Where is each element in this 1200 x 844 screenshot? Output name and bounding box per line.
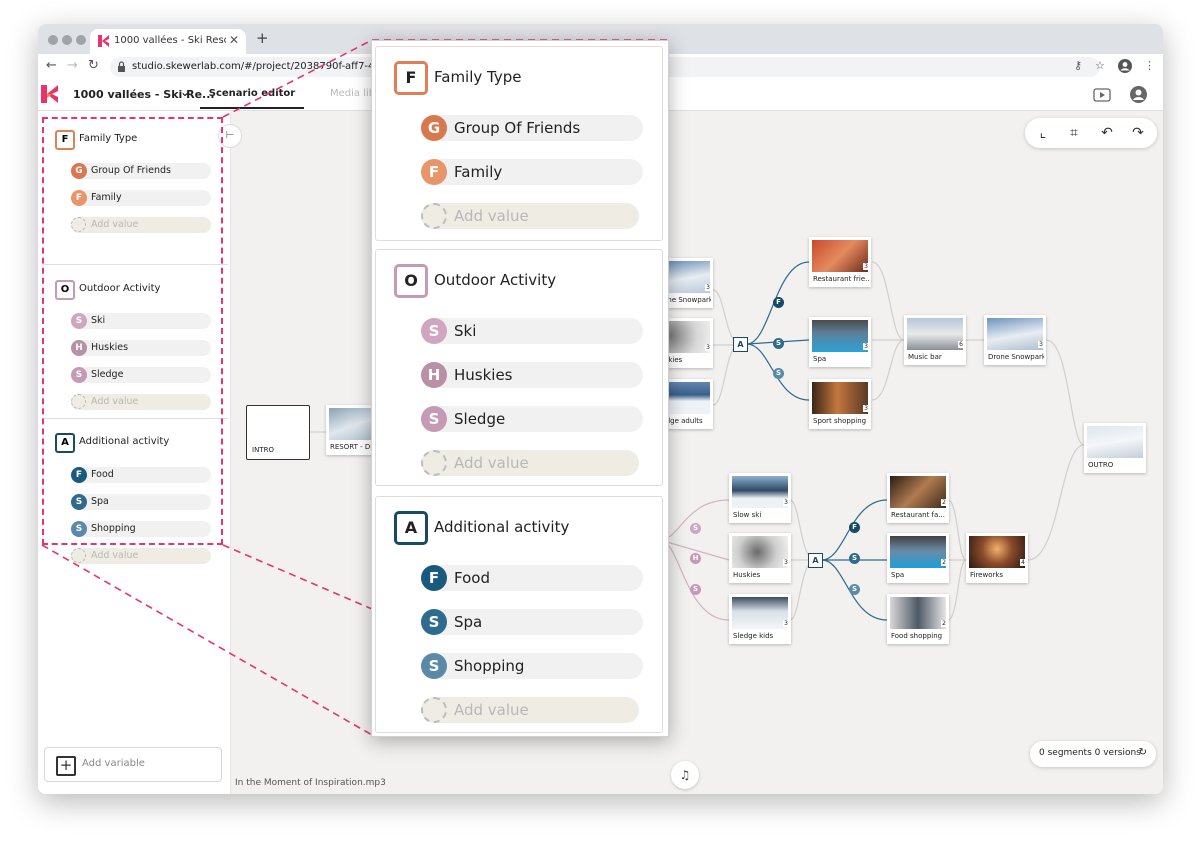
zoom-variable-additional-activity[interactable]: A Additional activity F Food S Spa S Sho… (375, 496, 663, 733)
value-label: Sledge (454, 410, 506, 428)
variable-letter-badge: F (394, 61, 428, 95)
add-value-label: Add value (454, 701, 529, 719)
value-letter-badge: G (421, 115, 447, 141)
value-letter-badge: S (421, 609, 447, 635)
value-shopping[interactable]: S Shopping (421, 653, 643, 679)
value-label: Shopping (454, 657, 525, 675)
value-group-of-friends[interactable]: G Group Of Friends (421, 115, 643, 141)
value-spa[interactable]: S Spa (421, 609, 643, 635)
value-letter-badge: S (421, 653, 447, 679)
value-label: Food (454, 569, 490, 587)
value-label: Ski (454, 322, 477, 340)
variable-letter-badge: O (394, 264, 428, 298)
variable-name[interactable]: Family Type (434, 68, 522, 86)
add-value-label: Add value (454, 207, 529, 225)
value-letter-badge: H (421, 362, 447, 388)
value-letter-badge: F (421, 159, 447, 185)
value-label: Group Of Friends (454, 119, 581, 137)
value-label: Spa (454, 613, 483, 631)
value-sledge[interactable]: S Sledge (421, 406, 643, 432)
add-value-label: Add value (454, 454, 529, 472)
value-label: Family (454, 163, 503, 181)
zoom-variable-outdoor-activity[interactable]: O Outdoor Activity S Ski H Huskies S Sle… (375, 249, 663, 486)
zoom-variable-family-type[interactable]: F Family Type G Group Of Friends F Famil… (375, 46, 663, 241)
variable-letter-badge: A (394, 511, 428, 545)
add-value-dashed-icon (421, 203, 447, 229)
value-label: Huskies (454, 366, 513, 384)
add-value-button[interactable]: Add value (421, 203, 639, 229)
add-value-dashed-icon (421, 450, 447, 476)
add-value-dashed-icon (421, 697, 447, 723)
variable-name[interactable]: Additional activity (434, 518, 569, 536)
value-letter-badge: F (421, 565, 447, 591)
value-huskies[interactable]: H Huskies (421, 362, 643, 388)
add-value-button[interactable]: Add value (421, 450, 639, 476)
value-family[interactable]: F Family (421, 159, 643, 185)
value-ski[interactable]: S Ski (421, 318, 643, 344)
add-value-button[interactable]: Add value (421, 697, 639, 723)
value-letter-badge: S (421, 318, 447, 344)
variable-name[interactable]: Outdoor Activity (434, 271, 556, 289)
value-food[interactable]: F Food (421, 565, 643, 591)
zoomed-variables-panel: F Family Type G Group Of Friends F Famil… (371, 40, 669, 737)
value-letter-badge: S (421, 406, 447, 432)
